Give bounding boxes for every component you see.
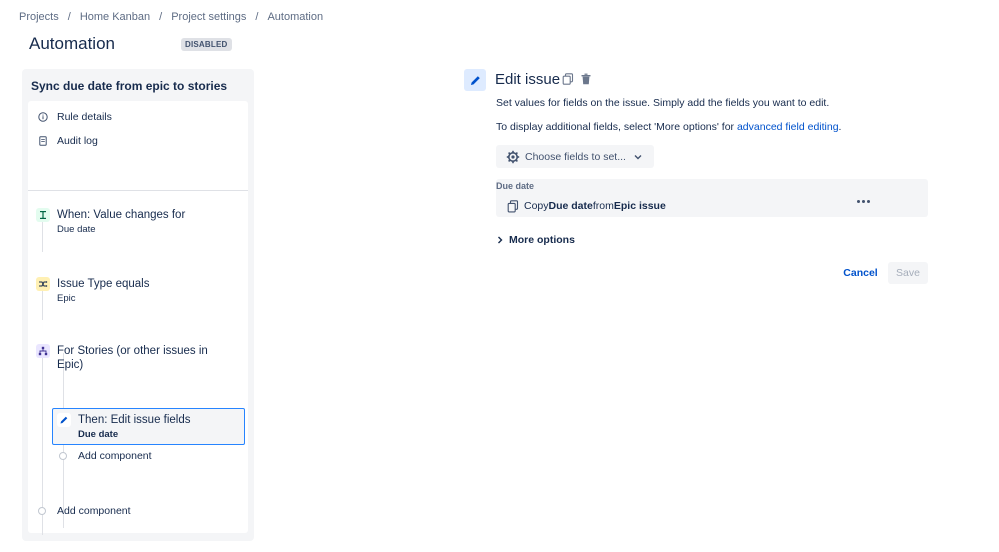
breadcrumb: Projects / Home Kanban / Project setting… bbox=[19, 11, 323, 23]
trash-icon[interactable] bbox=[580, 73, 592, 85]
breadcrumb-separator: / bbox=[255, 11, 259, 23]
save-button[interactable]: Save bbox=[888, 262, 928, 284]
rule-panel: Sync due date from epic to stories Rule … bbox=[22, 69, 254, 541]
step-branch[interactable]: For Stories (or other issues in Epic) bbox=[36, 344, 208, 372]
step-title-line1: For Stories (or other issues in bbox=[57, 345, 208, 357]
status-badge: DISABLED bbox=[181, 38, 232, 51]
editor-description-advanced: To display additional fields, select 'Mo… bbox=[496, 121, 841, 133]
chevron-right-icon bbox=[497, 236, 503, 244]
pencil-icon bbox=[57, 413, 71, 427]
more-options-toggle[interactable]: More options bbox=[497, 234, 575, 246]
breadcrumb-project-settings[interactable]: Project settings bbox=[171, 11, 246, 23]
step-title: Then: Edit issue fields bbox=[78, 414, 191, 426]
rule-body: Rule details Audit log When: Value chang… bbox=[28, 101, 248, 535]
cancel-button[interactable]: Cancel bbox=[839, 262, 882, 284]
divider bbox=[28, 190, 248, 191]
gear-icon bbox=[506, 150, 520, 164]
breadcrumb-home-kanban[interactable]: Home Kanban bbox=[80, 11, 150, 23]
condition-icon bbox=[36, 277, 50, 291]
breadcrumb-separator: / bbox=[159, 11, 163, 23]
nav-label: Rule details bbox=[57, 111, 112, 123]
copy-icon bbox=[507, 199, 519, 213]
step-subtitle: Due date bbox=[78, 429, 119, 440]
info-icon bbox=[38, 112, 48, 122]
nav-audit-log[interactable]: Audit log bbox=[38, 135, 98, 147]
rule-name[interactable]: Sync due date from epic to stories bbox=[31, 79, 227, 93]
breadcrumb-separator: / bbox=[67, 11, 71, 23]
advanced-field-editing-link[interactable]: advanced field editing bbox=[737, 121, 839, 133]
trigger-icon bbox=[36, 208, 50, 222]
breadcrumb-automation[interactable]: Automation bbox=[267, 11, 323, 23]
step-trigger[interactable]: When: Value changes for Due date bbox=[36, 208, 185, 235]
page-title: Automation bbox=[29, 34, 115, 53]
step-action[interactable]: Then: Edit issue fields Due date bbox=[57, 413, 191, 440]
choose-fields-button[interactable]: Choose fields to set... bbox=[496, 145, 654, 168]
editor-description: Set values for fields on the issue. Simp… bbox=[496, 97, 830, 109]
step-subtitle: Due date bbox=[57, 224, 96, 235]
copy-middle: from bbox=[592, 200, 614, 212]
step-title-line2: Epic) bbox=[57, 359, 84, 371]
document-icon bbox=[38, 136, 48, 146]
step-title: When: Value changes for bbox=[57, 209, 186, 221]
desc-suffix: . bbox=[838, 121, 842, 133]
chevron-down-icon bbox=[634, 154, 642, 160]
add-component-inner[interactable]: Add component bbox=[78, 450, 152, 462]
choose-fields-label: Choose fields to set... bbox=[525, 150, 626, 163]
more-options-label: More options bbox=[509, 234, 575, 246]
editor-title: Edit issue bbox=[495, 71, 561, 88]
field-label: Due date bbox=[496, 181, 535, 191]
add-component-dot[interactable] bbox=[59, 452, 67, 460]
field-row-due-date: Due date Copy Due date from Epic issue bbox=[496, 179, 928, 217]
desc-prefix: To display additional fields, select 'Mo… bbox=[496, 121, 737, 133]
more-actions-icon[interactable] bbox=[857, 200, 870, 203]
step-subtitle: Epic bbox=[57, 293, 76, 304]
nav-rule-details[interactable]: Rule details bbox=[38, 111, 112, 123]
copy-icon[interactable] bbox=[562, 73, 574, 85]
editor-title-actions bbox=[562, 73, 592, 85]
branch-icon bbox=[36, 344, 50, 358]
copy-field: Due date bbox=[548, 200, 593, 212]
add-component-dot[interactable] bbox=[38, 507, 46, 515]
edit-issue-icon bbox=[464, 69, 486, 91]
nav-label: Audit log bbox=[57, 135, 98, 147]
copy-source: Epic issue bbox=[613, 200, 666, 212]
breadcrumb-projects[interactable]: Projects bbox=[19, 11, 59, 23]
step-title: Issue Type equals bbox=[57, 278, 150, 290]
copy-prefix: Copy bbox=[524, 200, 549, 212]
field-value: Copy Due date from Epic issue bbox=[507, 199, 666, 213]
step-condition[interactable]: Issue Type equals Epic bbox=[36, 277, 150, 304]
add-component-outer[interactable]: Add component bbox=[57, 505, 131, 517]
